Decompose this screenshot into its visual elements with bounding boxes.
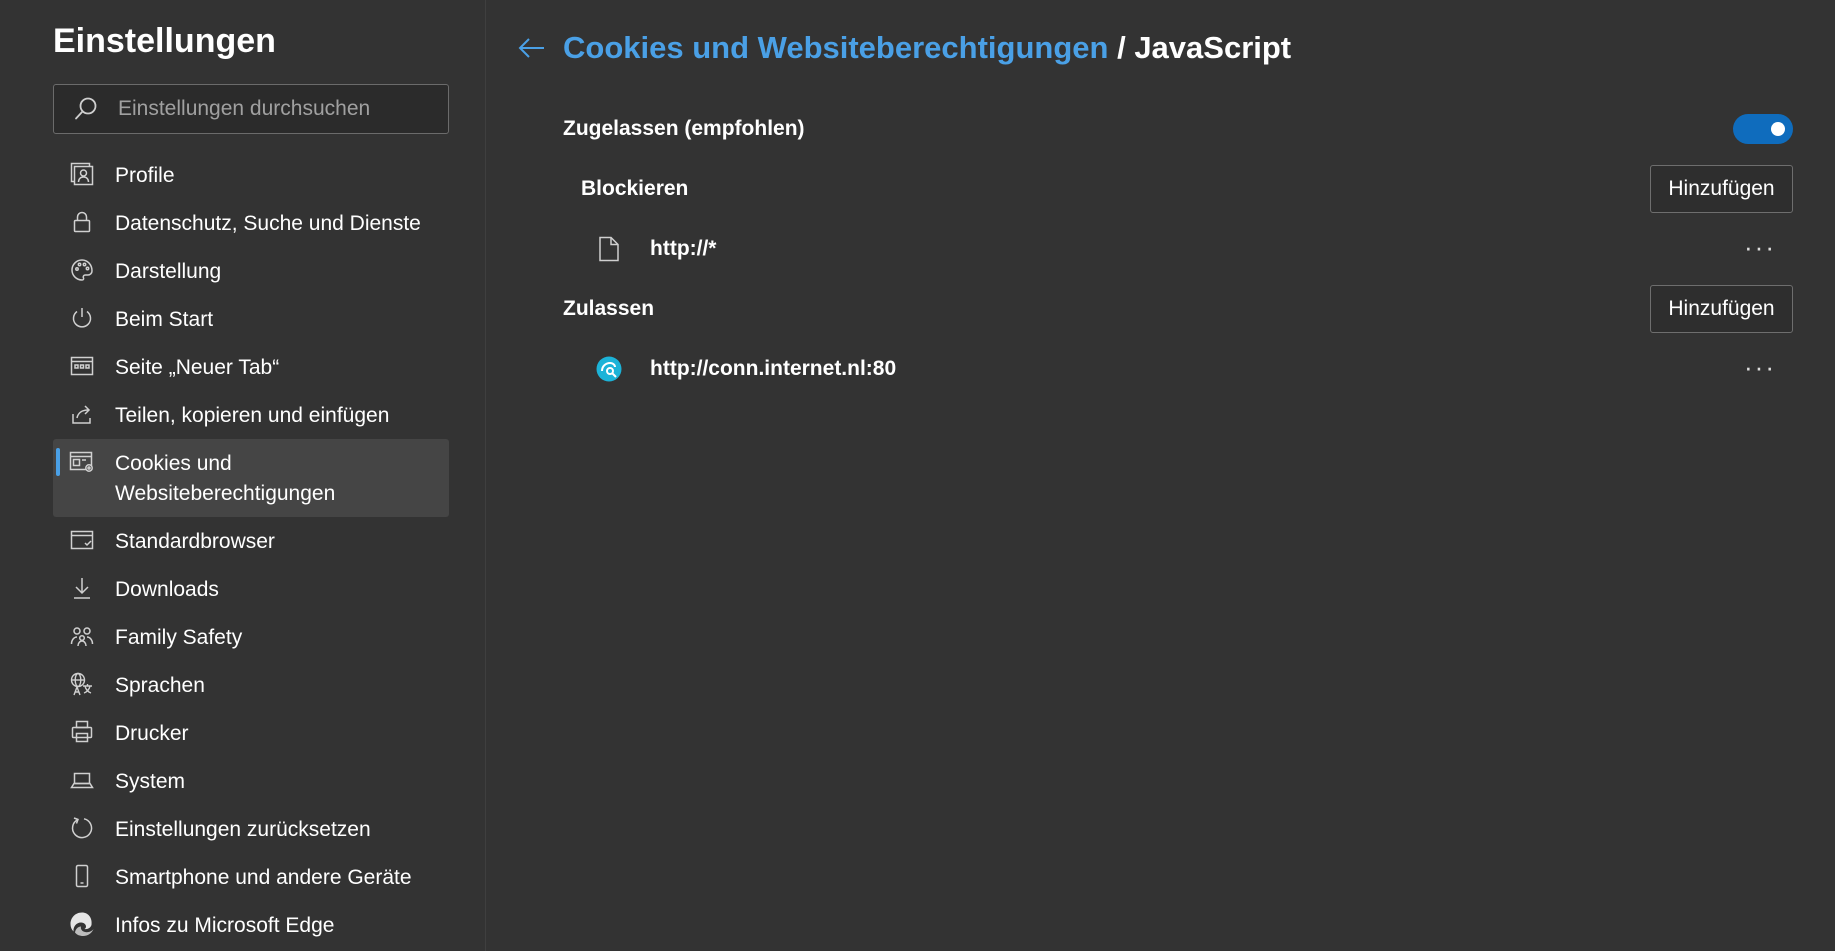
allowed-site-more-button[interactable]: ··· [1744, 354, 1780, 382]
sidebar-item-label: Darstellung [115, 260, 222, 283]
profile-icon [69, 161, 95, 187]
download-icon [69, 575, 95, 601]
sidebar-title: Einstellungen [53, 22, 276, 60]
sidebar-item-label: Beim Start [115, 308, 214, 331]
sidebar-item-profile[interactable]: Profile [53, 151, 449, 199]
sidebar-item-label: Einstellungen zurücksetzen [115, 818, 371, 841]
allowed-site-url: http://conn.internet.nl:80 [650, 357, 897, 380]
new-tab-icon [69, 353, 95, 379]
sidebar-item-label: Downloads [115, 578, 219, 601]
sidebar-item-label: Standardbrowser [115, 530, 275, 553]
sidebar: Einstellungen Profile Datenschutz, Suche… [0, 0, 486, 951]
sidebar-item-default-browser[interactable]: Standardbrowser [53, 517, 449, 565]
sidebar-item-label: Seite „Neuer Tab“ [115, 356, 280, 379]
breadcrumb-parent-link[interactable]: Cookies und Websiteberechtigungen [563, 30, 1108, 65]
printer-icon [69, 719, 95, 745]
blocked-site-more-button[interactable]: ··· [1744, 234, 1780, 262]
sidebar-item-startup[interactable]: Beim Start [53, 295, 449, 343]
sidebar-item-languages[interactable]: Sprachen [53, 661, 449, 709]
block-add-button[interactable]: Hinzufügen [1650, 165, 1793, 213]
phone-icon [69, 863, 95, 889]
search-icon [72, 95, 100, 123]
sidebar-item-label: Teilen, kopieren und einfügen [115, 404, 390, 427]
laptop-icon [69, 767, 95, 793]
default-browser-icon [69, 527, 95, 553]
share-icon [69, 401, 95, 427]
language-icon [69, 671, 95, 697]
allowed-setting-label: Zugelassen (empfohlen) [563, 117, 805, 140]
breadcrumb-current: JavaScript [1134, 30, 1292, 65]
sidebar-item-label: Family Safety [115, 626, 243, 649]
sidebar-item-label: Profile [115, 164, 175, 187]
sidebar-item-label: Smartphone und andere Geräte [115, 866, 412, 889]
breadcrumb-separator: / [1117, 30, 1126, 65]
sidebar-item-label: Sprachen [115, 674, 205, 697]
back-button[interactable] [516, 34, 548, 62]
sidebar-item-downloads[interactable]: Downloads [53, 565, 449, 613]
sidebar-item-label: System [115, 770, 186, 793]
cookies-icon [69, 449, 95, 475]
allowed-toggle[interactable] [1733, 114, 1793, 144]
sidebar-nav: Profile Datenschutz, Suche und Dienste D… [53, 151, 449, 949]
block-section-label: Blockieren [581, 177, 689, 200]
power-icon [69, 305, 95, 331]
sidebar-item-label: Drucker [115, 722, 189, 745]
sidebar-item-printers[interactable]: Drucker [53, 709, 449, 757]
sidebar-item-share[interactable]: Teilen, kopieren und einfügen [53, 391, 449, 439]
site-favicon-icon [596, 356, 622, 382]
family-icon [69, 623, 95, 649]
sidebar-item-label: Datenschutz, Suche und Dienste [115, 212, 421, 235]
palette-icon [69, 257, 95, 283]
sidebar-item-about-edge[interactable]: Infos zu Microsoft Edge [53, 901, 449, 949]
main-content: Cookies und Websiteberechtigungen / Java… [486, 0, 1835, 951]
page-title: Cookies und Websiteberechtigungen / Java… [563, 30, 1291, 66]
sidebar-item-system[interactable]: System [53, 757, 449, 805]
sidebar-item-label: Infos zu Microsoft Edge [115, 914, 335, 937]
blocked-site-url: http://* [650, 237, 717, 260]
sidebar-item-label: Cookies und Websiteberechtigungen [115, 452, 336, 505]
reset-icon [69, 815, 95, 841]
sidebar-item-new-tab[interactable]: Seite „Neuer Tab“ [53, 343, 449, 391]
sidebar-item-appearance[interactable]: Darstellung [53, 247, 449, 295]
search-box[interactable] [53, 84, 449, 134]
sidebar-item-cookies[interactable]: Cookies und Websiteberechtigungen [53, 439, 449, 517]
sidebar-item-phone[interactable]: Smartphone und andere Geräte [53, 853, 449, 901]
search-input[interactable] [116, 96, 440, 122]
settings-app: Einstellungen Profile Datenschutz, Suche… [0, 0, 1835, 951]
sidebar-item-reset[interactable]: Einstellungen zurücksetzen [53, 805, 449, 853]
arrow-left-icon [518, 38, 544, 58]
toggle-knob [1771, 122, 1785, 136]
file-icon [596, 236, 622, 262]
sidebar-item-family-safety[interactable]: Family Safety [53, 613, 449, 661]
sidebar-item-privacy[interactable]: Datenschutz, Suche und Dienste [53, 199, 449, 247]
lock-icon [69, 209, 95, 235]
allow-section-label: Zulassen [563, 297, 655, 320]
allow-add-button[interactable]: Hinzufügen [1650, 285, 1793, 333]
edge-icon [69, 911, 95, 937]
